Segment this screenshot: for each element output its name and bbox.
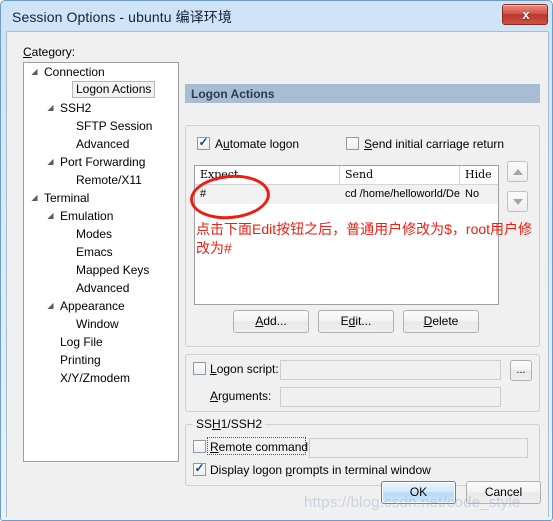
dialog-window: Session Options - ubuntu 编译环境 x Category… — [0, 0, 553, 521]
sidebar-item-label: Emulation — [60, 209, 114, 223]
logon-actions-list[interactable]: Expect Send Hide # cd /home/helloworld/D… — [194, 165, 499, 305]
sidebar-item-label: Emacs — [76, 245, 113, 259]
sidebar-item-label: Advanced — [76, 281, 130, 295]
sidebar-item-remote-x11[interactable]: Remote/X11 — [24, 171, 178, 189]
cell-expect: # — [200, 188, 207, 200]
sidebar-item-emulation[interactable]: ◢ Emulation — [24, 207, 178, 225]
panel-title: Logon Actions — [191, 87, 275, 101]
logon-script-browse-button[interactable]: ... — [510, 360, 532, 381]
ssh-group-title: SSH1/SSH2 — [193, 417, 266, 431]
list-header-row: Expect Send Hide — [195, 166, 498, 185]
sidebar-item-label: Log File — [60, 335, 103, 349]
tree-expander-icon[interactable]: ◢ — [46, 297, 55, 315]
column-header-hide[interactable]: Hide — [460, 166, 498, 184]
display-prompts-label[interactable]: Display logon prompts in terminal window — [210, 463, 431, 477]
dialog-client-area: Category: ◢ Connection Logon Actions ◢ SSH2 S… — [6, 31, 549, 517]
logon-script-label[interactable]: Logon script: — [210, 362, 279, 376]
display-prompts-checkbox[interactable] — [193, 461, 206, 476]
category-label: Category: — [23, 45, 76, 59]
remote-command-checkbox[interactable] — [193, 440, 206, 453]
cell-send: cd /home/helloworld/De... — [345, 188, 460, 200]
sidebar-item-window[interactable]: Window — [24, 315, 178, 333]
sidebar-item-printing[interactable]: Printing — [24, 351, 178, 369]
sidebar-item-label: Connection — [44, 65, 105, 79]
automate-logon-checkbox[interactable] — [197, 135, 210, 150]
sidebar-item-label: Window — [76, 317, 119, 331]
triangle-down-icon — [513, 199, 523, 205]
tree-expander-icon[interactable]: ◢ — [30, 189, 39, 207]
edit-button[interactable]: Edit... — [318, 310, 394, 333]
sidebar-item-emacs[interactable]: Emacs — [24, 243, 178, 261]
sidebar-item-modes[interactable]: Modes — [24, 225, 178, 243]
sidebar-item-label: Remote/X11 — [76, 173, 142, 187]
move-down-button[interactable] — [507, 191, 528, 212]
add-button[interactable]: Add... — [233, 310, 309, 333]
sidebar-item-x-y-zmodem[interactable]: X/Y/Zmodem — [24, 369, 178, 387]
close-icon: x — [522, 7, 530, 22]
send-initial-cr-checkbox[interactable] — [346, 137, 359, 150]
column-header-expect[interactable]: Expect — [195, 166, 340, 184]
sidebar-item-ssh2[interactable]: ◢ SSH2 — [24, 99, 178, 117]
sidebar-item-advanced[interactable]: Advanced — [24, 135, 178, 153]
sidebar-item-advanced[interactable]: Advanced — [24, 279, 178, 297]
cell-hide: No — [465, 188, 480, 200]
tree-expander-icon[interactable]: ◢ — [46, 153, 55, 171]
logon-script-input[interactable] — [280, 360, 501, 380]
table-row[interactable]: # cd /home/helloworld/De... No — [195, 185, 498, 204]
remote-command-focus-rect — [207, 437, 306, 455]
sidebar-item-label: Logon Actions — [72, 81, 156, 98]
sidebar-item-log-file[interactable]: Log File — [24, 333, 178, 351]
sidebar-item-connection[interactable]: ◢ Connection — [24, 63, 178, 81]
sidebar-item-mapped-keys[interactable]: Mapped Keys — [24, 261, 178, 279]
sidebar-item-sftp-session[interactable]: SFTP Session — [24, 117, 178, 135]
automate-logon-label[interactable]: Automate logon — [215, 137, 299, 151]
sidebar-item-label: Terminal — [44, 191, 90, 205]
close-button[interactable]: x — [502, 4, 548, 25]
sidebar-item-appearance[interactable]: ◢ Appearance — [24, 297, 178, 315]
remote-command-input[interactable] — [309, 438, 528, 458]
tree-expander-icon[interactable]: ◢ — [46, 99, 55, 117]
category-tree[interactable]: ◢ Connection Logon Actions ◢ SSH2 SFTP Sessio… — [23, 62, 179, 462]
triangle-up-icon — [513, 169, 523, 175]
sidebar-item-label: Printing — [60, 353, 101, 367]
sidebar-item-label: SFTP Session — [76, 119, 153, 133]
arguments-input[interactable] — [280, 387, 501, 407]
sidebar-item-label: Port Forwarding — [60, 155, 146, 169]
sidebar-item-logon-actions[interactable]: Logon Actions — [24, 81, 178, 99]
delete-button[interactable]: Delete — [403, 310, 479, 333]
arguments-label: Arguments: — [210, 389, 272, 403]
cancel-button[interactable]: Cancel — [466, 481, 541, 504]
send-initial-cr-label[interactable]: Send initial carriage return — [364, 137, 504, 151]
sidebar-item-port-forwarding[interactable]: ◢ Port Forwarding — [24, 153, 178, 171]
ok-button[interactable]: OK — [381, 481, 456, 504]
sidebar-item-label: SSH2 — [60, 101, 92, 115]
panel-header: Logon Actions — [185, 84, 540, 103]
title-bar: Session Options - ubuntu 编译环境 x — [1, 1, 553, 31]
tree-expander-icon[interactable]: ◢ — [46, 207, 55, 225]
column-header-send[interactable]: Send — [340, 166, 460, 184]
window-title: Session Options - ubuntu 编译环境 — [12, 9, 232, 25]
move-up-button[interactable] — [507, 161, 528, 182]
logon-script-checkbox[interactable] — [193, 362, 206, 375]
sidebar-item-label: Modes — [76, 227, 113, 241]
tree-expander-icon[interactable]: ◢ — [30, 63, 39, 81]
sidebar-item-label: Appearance — [60, 299, 125, 313]
sidebar-item-terminal[interactable]: ◢ Terminal — [24, 189, 178, 207]
sidebar-item-label: Mapped Keys — [76, 263, 150, 277]
sidebar-item-label: X/Y/Zmodem — [60, 371, 131, 385]
sidebar-item-label: Advanced — [76, 137, 130, 151]
